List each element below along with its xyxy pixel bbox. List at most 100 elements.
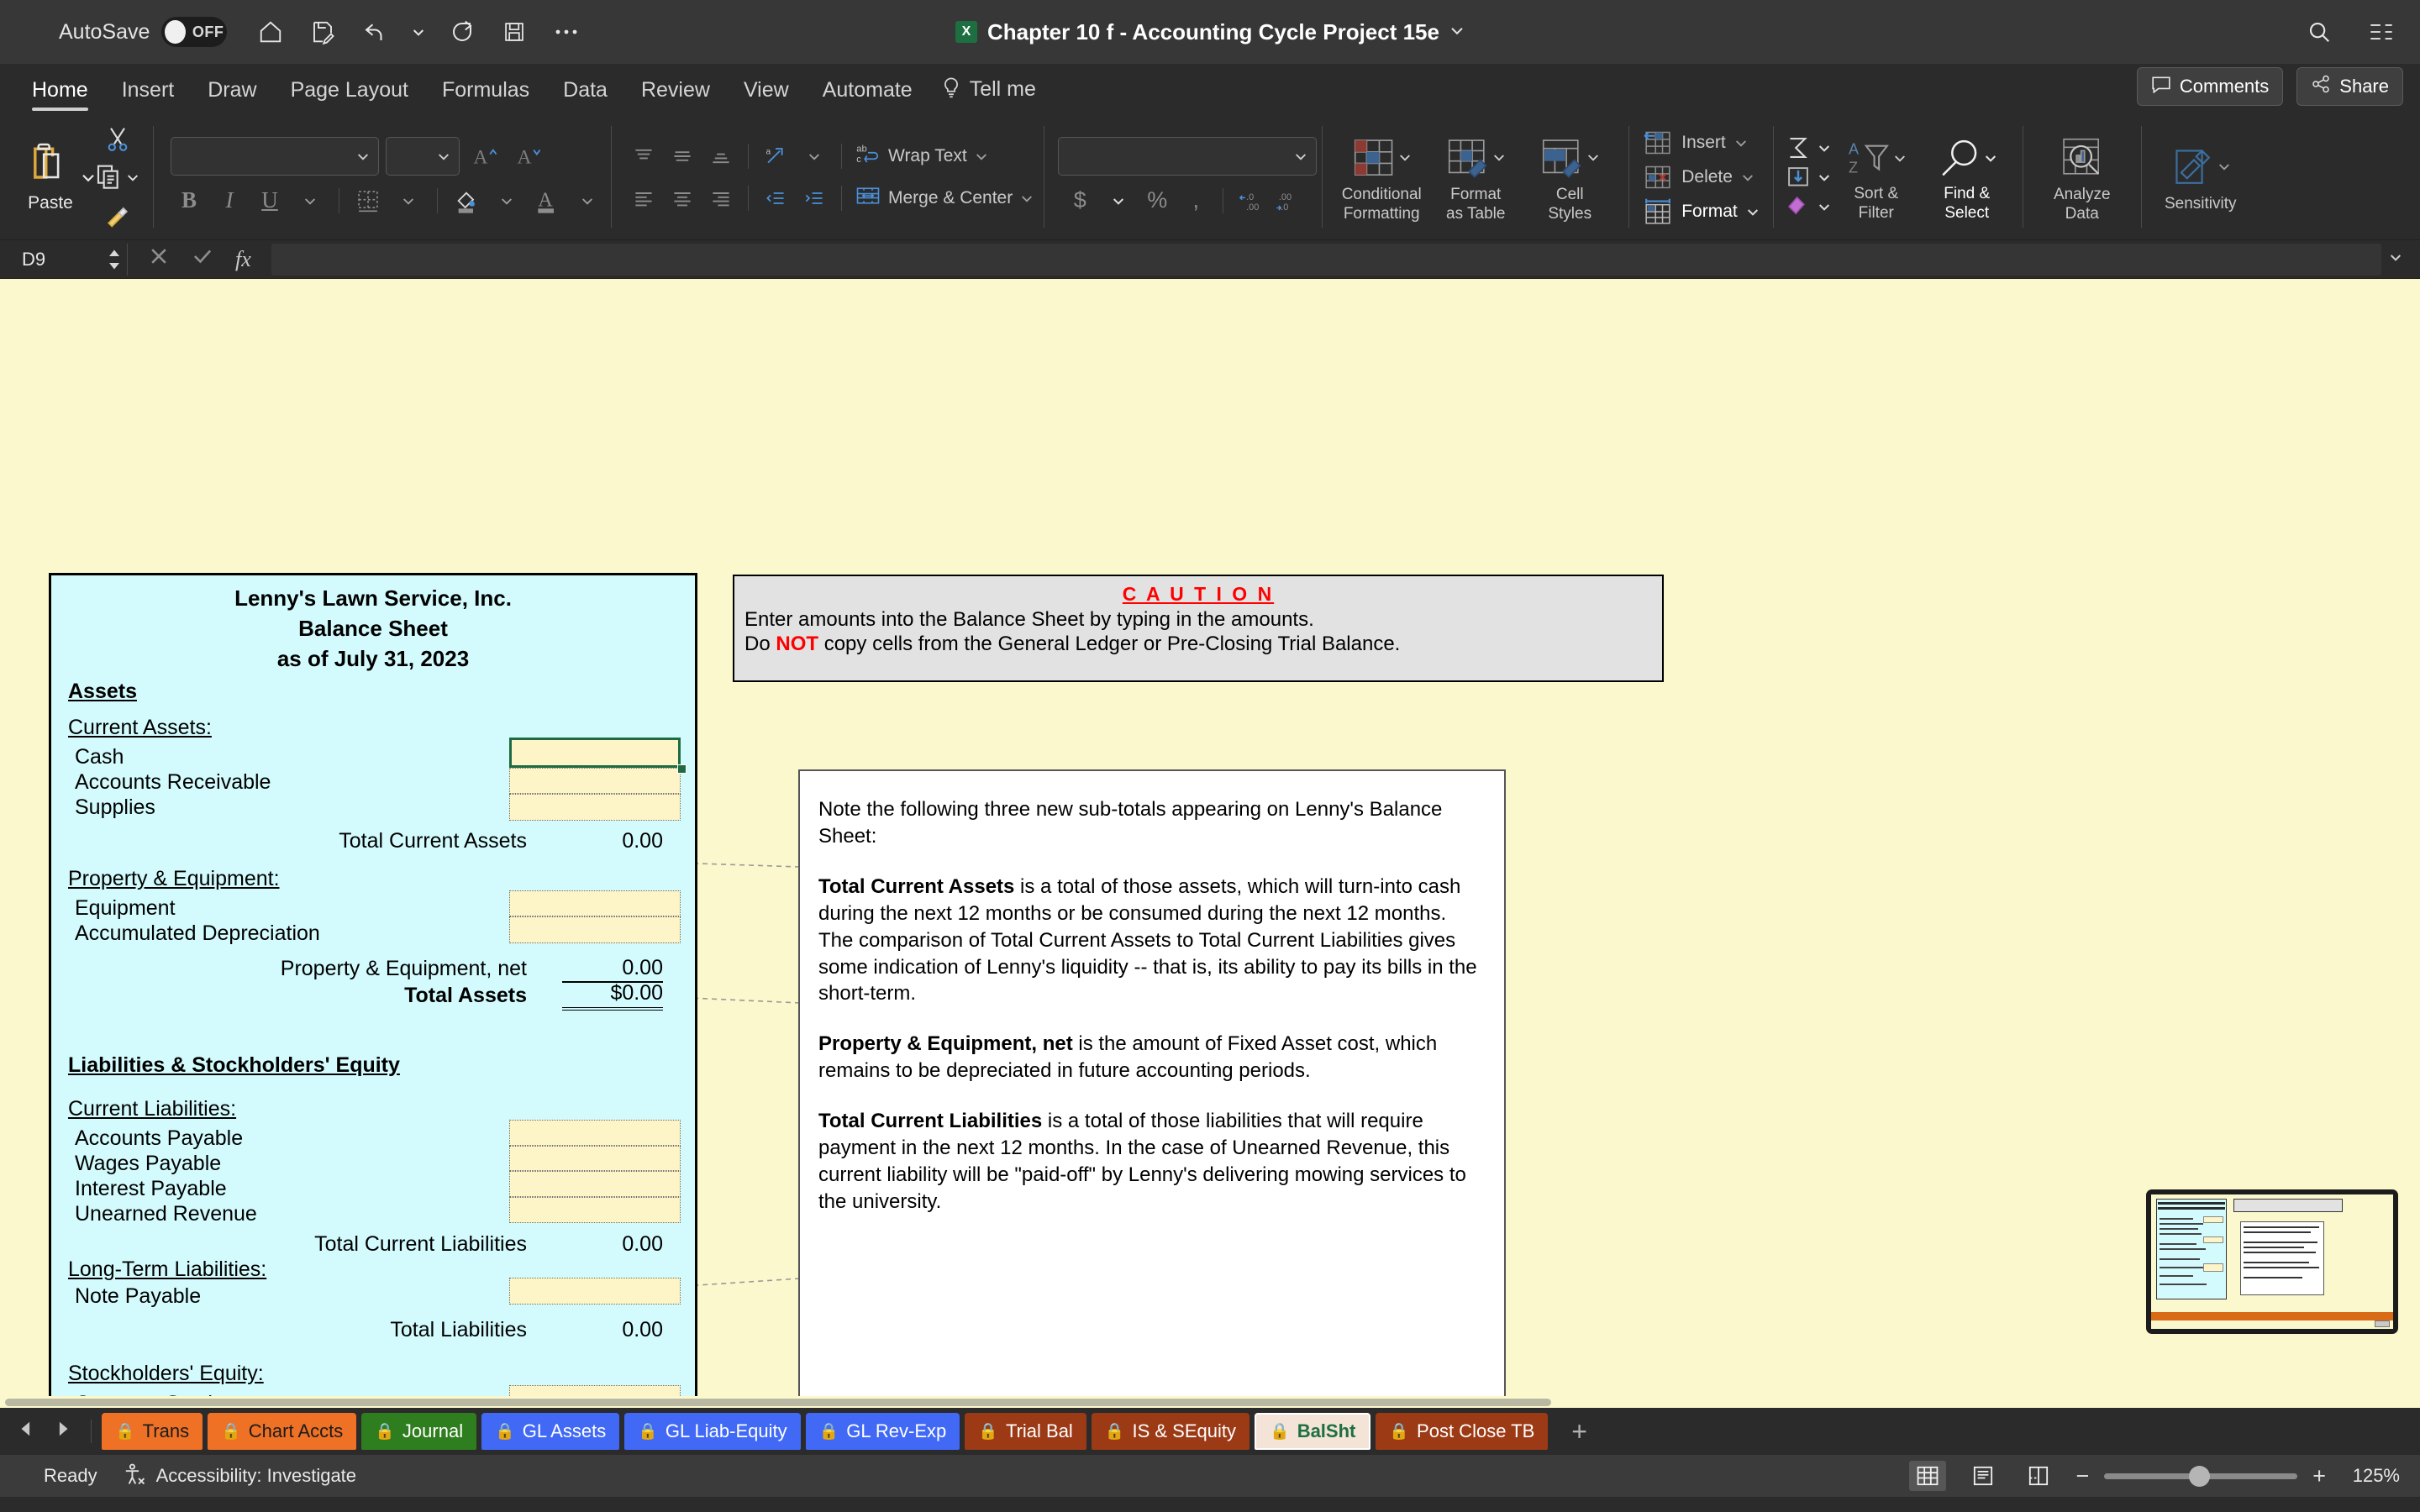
borders-icon[interactable] [350,184,387,218]
zoom-slider[interactable] [2104,1465,2298,1487]
insert-function-icon[interactable]: fx [235,247,251,272]
next-sheet-icon[interactable] [54,1420,72,1443]
font-color-dropdown-icon[interactable] [569,184,606,218]
sheet-tab-gl-assets[interactable]: 🔒 GL Assets [481,1413,620,1450]
undo-icon[interactable] [360,17,390,47]
sheet-tab-post-close-tb[interactable]: 🔒 Post Close TB [1376,1413,1549,1450]
title-dropdown-icon[interactable] [1449,23,1465,42]
increase-decimal-icon[interactable]: .0.00 [1232,184,1269,218]
search-icon[interactable] [2304,17,2334,47]
horizontal-scrollbar[interactable] [0,1396,2420,1408]
fill-color-icon[interactable] [448,184,485,218]
merge-center-button[interactable]: Merge & Center [850,185,1039,212]
ribbon-display-options-icon[interactable] [2366,17,2396,47]
cell-wages-payable-input[interactable] [509,1146,681,1171]
redo-icon[interactable] [447,17,477,47]
normal-view-icon[interactable] [1909,1461,1947,1491]
sheet-tab-trial-bal[interactable]: 🔒 Trial Bal [965,1413,1086,1450]
more-commands-icon[interactable] [551,17,581,47]
align-left-icon[interactable] [625,181,662,215]
accessibility-button[interactable]: Accessibility: Investigate [123,1462,356,1490]
sheet-tab-is-sequity[interactable]: 🔒 IS & SEquity [1091,1413,1250,1450]
cell-cash-input[interactable] [509,738,681,768]
format-as-table-button[interactable]: Format as Table [1430,122,1521,233]
tab-review[interactable]: Review [624,78,727,113]
percent-format-icon[interactable]: % [1139,184,1176,218]
format-cells-button[interactable]: Format [1643,197,1760,226]
cancel-icon[interactable] [148,245,170,273]
previous-sheet-icon[interactable] [17,1420,35,1443]
grow-font-icon[interactable]: A [466,139,503,173]
font-color-icon[interactable]: A [529,184,566,218]
italic-button[interactable]: I [211,184,248,218]
zoom-in-button[interactable]: + [2312,1464,2326,1488]
page-layout-view-icon[interactable] [1965,1461,2002,1491]
undo-dropdown-icon[interactable] [412,25,425,39]
fill-color-dropdown-icon[interactable] [488,184,525,218]
copy-button[interactable] [96,164,139,191]
sort-filter-button[interactable]: AZ Sort & Filter [1831,122,1922,233]
align-top-icon[interactable] [625,139,662,173]
number-format-combo[interactable] [1058,136,1318,176]
horizontal-scroll-thumb[interactable] [5,1398,1551,1406]
increase-indent-icon[interactable] [796,181,833,215]
decrease-indent-icon[interactable] [757,181,794,215]
sheet-tab-gl-rev-exp[interactable]: 🔒 GL Rev-Exp [805,1413,960,1450]
cell-accounts-payable-input[interactable] [509,1120,681,1146]
name-box-spinner[interactable] [107,249,122,270]
tab-automate[interactable]: Automate [806,78,929,113]
fill-button[interactable] [1784,165,1831,190]
orientation-icon[interactable]: a [757,139,794,173]
cell-unearned-revenue-input[interactable] [509,1197,681,1223]
tab-data[interactable]: Data [546,78,624,113]
cell-accumulated-depreciation-input[interactable] [509,916,681,943]
tell-me-button[interactable]: Tell me [941,76,1036,113]
save-icon[interactable] [499,17,529,47]
cell-interest-payable-input[interactable] [509,1171,681,1197]
align-right-icon[interactable] [702,181,739,215]
cut-button[interactable] [105,126,130,153]
font-size-combo[interactable] [386,136,460,176]
align-middle-icon[interactable] [664,139,701,173]
currency-dropdown-icon[interactable] [1100,184,1137,218]
underline-dropdown-icon[interactable] [292,184,329,218]
borders-dropdown-icon[interactable] [390,184,427,218]
cell-equipment-input[interactable] [509,890,681,916]
format-painter-button[interactable] [105,202,130,228]
tab-draw[interactable]: Draw [191,78,273,113]
delete-cells-button[interactable]: Delete [1643,163,1760,192]
sheet-tab-journal[interactable]: 🔒 Journal [361,1413,477,1450]
tab-formulas[interactable]: Formulas [425,78,546,113]
decrease-decimal-icon[interactable]: .00.0 [1270,184,1307,218]
tab-insert[interactable]: Insert [105,78,192,113]
sheet-thumbnail-preview[interactable] [2146,1189,2398,1334]
font-name-combo[interactable] [171,136,379,176]
autosum-button[interactable] [1784,135,1831,160]
orientation-dropdown-icon[interactable] [796,139,833,173]
tab-home[interactable]: Home [15,78,105,113]
worksheet-area[interactable]: Lenny's Lawn Service, Inc. Balance Sheet… [0,279,2420,1408]
add-sheet-button[interactable]: + [1553,1416,1606,1447]
comments-button[interactable]: Comments [2136,67,2284,106]
find-select-button[interactable]: Find & Select [1922,122,2012,233]
home-icon[interactable] [255,17,286,47]
zoom-level[interactable]: 125% [2341,1465,2400,1487]
paste-button[interactable]: Paste [20,118,81,236]
zoom-out-button[interactable]: − [2075,1464,2089,1488]
currency-format-icon[interactable]: $ [1061,184,1098,218]
sensitivity-button[interactable]: Sensitivity [2155,122,2246,233]
selection-fill-handle[interactable] [677,764,687,774]
enter-icon[interactable] [192,245,213,273]
autosave-toggle[interactable]: OFF [161,17,228,47]
page-break-preview-icon[interactable] [2020,1461,2057,1491]
shrink-font-icon[interactable]: A [510,139,547,173]
formula-bar-expand-icon[interactable] [2381,250,2410,268]
tab-view[interactable]: View [727,78,806,113]
formula-input[interactable] [271,243,2381,276]
cell-supplies-input[interactable] [509,794,681,821]
document-title[interactable]: Chapter 10 f - Accounting Cycle Project … [987,19,1439,45]
sheet-tab-trans[interactable]: 🔒 Trans [102,1413,203,1450]
analyze-data-button[interactable]: Analyze Data [2037,122,2128,233]
align-bottom-icon[interactable] [702,139,739,173]
sheet-tab-chart-accts[interactable]: 🔒 Chart Accts [208,1413,357,1450]
